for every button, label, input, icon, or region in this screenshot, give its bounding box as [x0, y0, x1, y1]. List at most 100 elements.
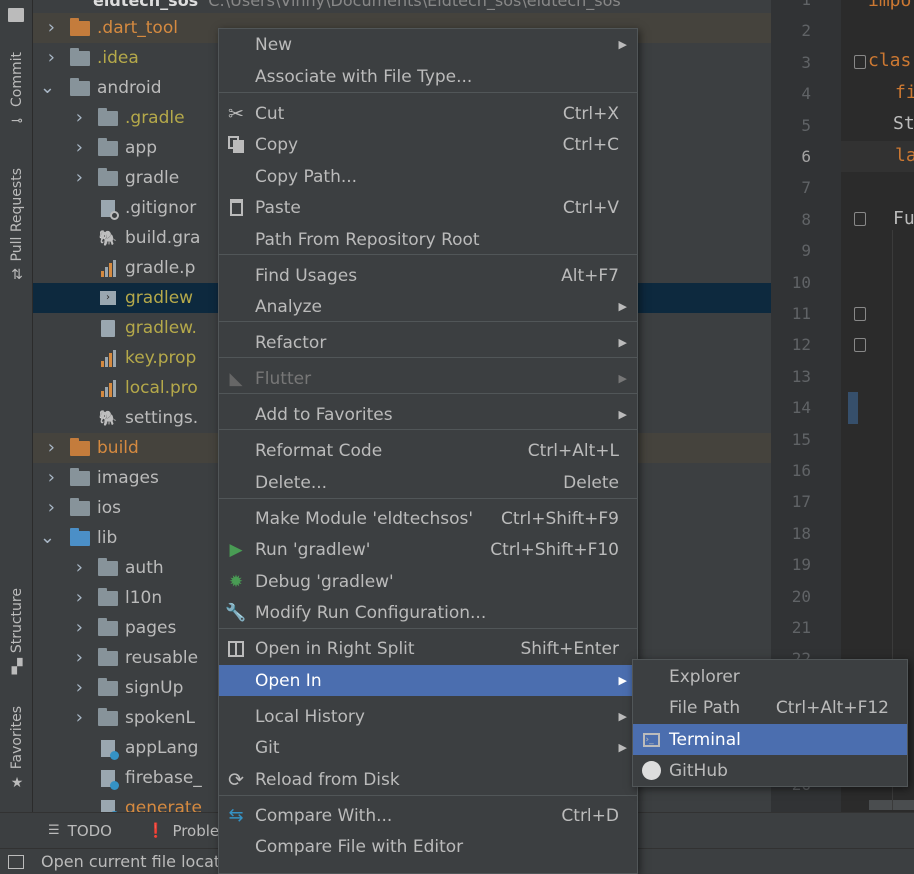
project-path: C:\Users\Vinny\Documents\Eldtech_sos\eld… — [208, 0, 621, 10]
submenu-item-github[interactable]: GitHub — [633, 755, 907, 786]
project-root-row[interactable]: eldtech_sos C:\Users\Vinny\Documents\Eld… — [33, 0, 771, 14]
line-number: 4 — [801, 84, 811, 104]
menu-item-open-in[interactable]: Open In ▶ — [219, 665, 637, 696]
tree-item-label: pages — [125, 618, 177, 638]
chevron-right-icon[interactable]: › — [76, 167, 83, 188]
submenu-arrow-icon: ▶ — [618, 372, 627, 385]
menu-item-make-module-eldtechsos[interactable]: Make Module 'eldtechsos' Ctrl+Shift+F9 — [219, 503, 637, 534]
open-in-submenu[interactable]: Explorer File Path Ctrl+Alt+F12 ›_ Terminal G… — [632, 659, 908, 787]
code-string: St — [893, 113, 914, 134]
problems-tab[interactable]: ❗ Proble — [147, 822, 219, 840]
folder-icon — [69, 467, 91, 487]
menu-item-label: Compare With... — [255, 805, 393, 826]
menu-item-compare-file-with-editor[interactable]: Compare File with Editor — [219, 831, 637, 862]
folder-icon — [69, 47, 91, 67]
menu-item-cut[interactable]: ✂ Cut Ctrl+X — [219, 98, 637, 129]
submenu-item-explorer[interactable]: Explorer — [633, 661, 907, 692]
submenu-arrow-icon: ▶ — [618, 336, 627, 349]
menu-item-copy[interactable]: Copy Ctrl+C — [219, 129, 637, 160]
todo-tab[interactable]: ☰ TODO — [48, 822, 112, 840]
menu-item-new[interactable]: New ▶ — [219, 29, 637, 60]
menu-item-add-to-favorites[interactable]: Add to Favorites ▶ — [219, 399, 637, 430]
fold-marker-icon[interactable] — [854, 55, 866, 69]
chevron-right-icon[interactable]: › — [48, 47, 55, 68]
folder-icon — [97, 167, 119, 187]
structure-tool-button[interactable]: Structure ▞ — [4, 588, 30, 675]
menu-item-modify-run-configuration[interactable]: 🔧 Modify Run Configuration... — [219, 597, 637, 628]
chevron-right-icon[interactable]: › — [48, 437, 55, 458]
structure-icon: ▞ — [11, 659, 23, 676]
submenu-item-terminal[interactable]: ›_ Terminal — [633, 724, 907, 755]
menu-item-paste[interactable]: Paste Ctrl+V — [219, 192, 637, 223]
submenu-item-file-path[interactable]: File Path Ctrl+Alt+F12 — [633, 692, 907, 723]
menu-item-debug-gradlew[interactable]: ✹ Debug 'gradlew' — [219, 566, 637, 597]
compare-icon: ⇆ — [228, 805, 244, 826]
favorites-tool-button[interactable]: Favorites ★ — [4, 706, 30, 791]
chevron-right-icon[interactable]: › — [76, 677, 83, 698]
chevron-right-icon[interactable]: › — [48, 17, 55, 38]
chevron-right-icon[interactable]: › — [76, 137, 83, 158]
left-tool-strip: Commit ⊸ Pull Requests ⇅ Structure ▞ Fav… — [0, 0, 33, 812]
folder-excluded-icon — [69, 437, 91, 457]
properties-file-icon — [97, 379, 119, 397]
menu-item-label: Analyze — [255, 296, 322, 317]
menu-item-run-gradlew[interactable]: ▶ Run 'gradlew' Ctrl+Shift+F10 — [219, 534, 637, 565]
chevron-right-icon[interactable]: › — [76, 557, 83, 578]
menu-item-reload-from-disk[interactable]: ⟳ Reload from Disk — [219, 764, 637, 795]
chevron-right-icon[interactable]: › — [76, 617, 83, 638]
submenu-arrow-icon: ▶ — [618, 300, 627, 313]
menu-item-delete[interactable]: Delete... Delete — [219, 467, 637, 498]
fold-marker-icon[interactable] — [854, 212, 866, 226]
menu-item-label: Paste — [255, 197, 301, 218]
chevron-right-icon[interactable]: › — [76, 587, 83, 608]
menu-item-open-in-right-split[interactable]: Open in Right Split Shift+Enter — [219, 633, 637, 664]
menu-item-path-from-repository-root[interactable]: Path From Repository Root — [219, 224, 637, 255]
submenu-arrow-icon: ▶ — [618, 741, 627, 754]
commit-tool-button[interactable]: Commit ⊸ — [4, 52, 30, 129]
menu-item-label: Compare File with Editor — [255, 836, 464, 857]
menu-item-associate-with-file-type[interactable]: Associate with File Type... — [219, 61, 637, 92]
tree-item-label: generate — [125, 798, 203, 812]
menu-item-compare-with[interactable]: ⇆ Compare With... Ctrl+D — [219, 800, 637, 831]
submenu-item-label: Explorer — [669, 666, 740, 687]
line-number: 21 — [791, 618, 811, 637]
menu-item-local-history[interactable]: Local History ▶ — [219, 701, 637, 732]
menu-item-analyze[interactable]: Analyze ▶ — [219, 291, 637, 322]
fold-marker-icon[interactable] — [854, 338, 866, 352]
gitignore-file-icon — [97, 199, 119, 220]
project-folder-icon[interactable] — [8, 8, 24, 22]
menu-separator — [219, 628, 637, 629]
fold-marker-icon[interactable] — [854, 307, 866, 321]
menu-item-label: New — [255, 34, 293, 55]
chevron-right-icon[interactable]: › — [76, 107, 83, 128]
chevron-right-icon[interactable]: › — [48, 497, 55, 518]
shell-script-icon: › — [97, 289, 119, 307]
menu-item-find-usages[interactable]: Find Usages Alt+F7 — [219, 260, 637, 291]
menu-item-reformat-code[interactable]: Reformat Code Ctrl+Alt+L — [219, 435, 637, 466]
chevron-down-icon[interactable]: ⌄ — [40, 77, 55, 98]
tree-item-label: local.pro — [125, 378, 198, 398]
menu-item-git[interactable]: Git ▶ — [219, 732, 637, 763]
tree-item-label: l10n — [125, 588, 163, 608]
menu-item-copy-path[interactable]: Copy Path... — [219, 161, 637, 192]
chevron-right-icon[interactable]: › — [48, 467, 55, 488]
line-number: 11 — [791, 304, 811, 323]
line-number: 8 — [801, 209, 811, 229]
submenu-arrow-icon: ▶ — [618, 710, 627, 723]
chevron-right-icon[interactable]: › — [76, 707, 83, 728]
folder-icon — [97, 587, 119, 607]
tool-windows-icon[interactable] — [8, 854, 24, 869]
menu-item-label: Reload from Disk — [255, 769, 400, 790]
context-menu[interactable]: New ▶ Associate with File Type... ✂ Cut Ctrl+… — [218, 28, 638, 874]
menu-item-shortcut: Ctrl+C — [562, 134, 619, 155]
chevron-right-icon[interactable]: › — [76, 647, 83, 668]
menu-item-refactor[interactable]: Refactor ▶ — [219, 327, 637, 358]
submenu-arrow-icon: ▶ — [618, 408, 627, 421]
submenu-item-shortcut: Ctrl+Alt+F12 — [775, 697, 889, 718]
github-icon — [640, 760, 662, 782]
folder-icon — [97, 557, 119, 577]
pull-requests-tool-button[interactable]: Pull Requests ⇅ — [4, 168, 30, 283]
chevron-down-icon[interactable]: ⌄ — [40, 527, 55, 548]
tree-item-label: gradlew. — [125, 318, 197, 338]
tree-item-label: settings. — [125, 408, 199, 428]
